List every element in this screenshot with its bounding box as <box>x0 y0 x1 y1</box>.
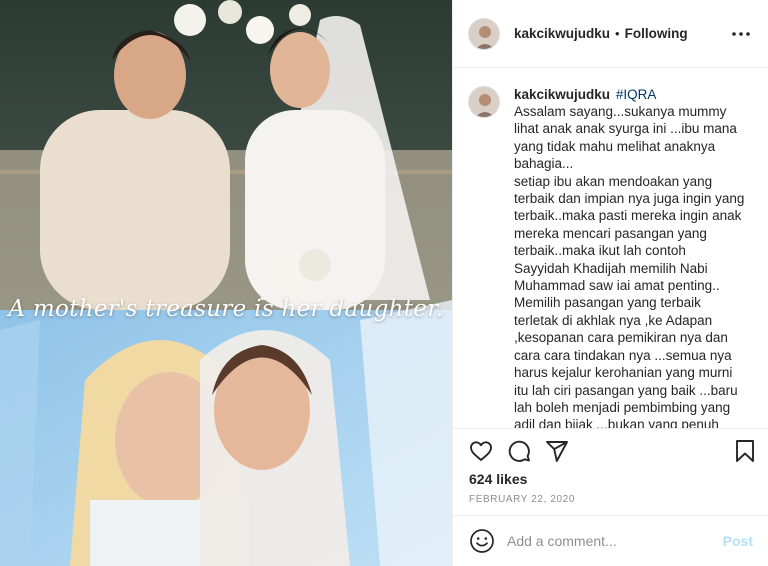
caption-line: yang tidak mahu melihat anaknya <box>514 138 716 154</box>
header-separator: • <box>615 26 620 41</box>
caption-body: kakcikwujudku #IQRA Assalam sayang...suk… <box>514 86 748 428</box>
comment-input[interactable] <box>507 533 717 549</box>
follow-status-button[interactable]: Following <box>625 26 688 41</box>
post-date: FEBRUARY 22, 2020 <box>469 494 575 505</box>
caption-line: bahagia... <box>514 156 574 172</box>
caption-head: kakcikwujudku #IQRA <box>514 86 748 103</box>
header-username[interactable]: kakcikwujudku <box>514 26 610 41</box>
post-actions: 624 likes FEBRUARY 22, 2020 <box>453 428 768 505</box>
caption-line: lah boleh menjadi pembimbing yang <box>514 399 731 415</box>
post-caption: kakcikwujudku #IQRA Assalam sayang...suk… <box>453 68 768 428</box>
caption-line: mereka mencari pasangan yang <box>514 225 707 241</box>
caption-line: lihat anak anak syurga ini ...ibu mana <box>514 121 737 137</box>
post-details-panel: kakcikwujudku • Following kakcikwujudku … <box>452 0 768 566</box>
caption-line: terletak di akhlak nya ,ke Adapan <box>514 312 713 328</box>
photo-overlay-caption: A mother's treasure is her daughter. <box>8 296 444 322</box>
bookmark-icon[interactable] <box>733 439 757 463</box>
likes-count[interactable]: 624 likes <box>469 471 527 487</box>
emoji-icon[interactable] <box>469 528 495 554</box>
post-photo-illustration <box>0 0 452 566</box>
post-header: kakcikwujudku • Following <box>453 0 768 68</box>
caption-text: Assalam sayang...sukanya mummy lihat ana… <box>514 103 748 428</box>
comment-icon[interactable] <box>507 439 531 463</box>
heart-icon[interactable] <box>469 439 493 463</box>
caption-line: Memilih pasangan yang terbaik <box>514 295 701 311</box>
post-comment-button[interactable]: Post <box>723 533 753 549</box>
caption-line: ,kesopanan cara pemikiran nya dan <box>514 330 728 346</box>
caption-line: adil dan bijak ...bukan yang penuh <box>514 417 719 428</box>
caption-line: itu lah ciri pasangan yang baik ...baru <box>514 382 738 398</box>
more-horizontal-icon[interactable] <box>729 24 753 44</box>
caption-line: harus kejalur kerohanian yang murni <box>514 365 733 381</box>
caption-line: cara cara tindakan nya ...semua nya <box>514 347 732 363</box>
hashtag-link[interactable]: #IQRA <box>616 87 657 102</box>
caption-line: terbaik dan impian nya juga ingin yang <box>514 191 745 207</box>
caption-line: setiap ibu akan mendoakan yang <box>514 173 713 189</box>
caption-avatar[interactable] <box>468 86 500 118</box>
caption-line: Muhammad saw iai amat penting.. <box>514 278 720 294</box>
caption-line: terbaik..maka pasti mereka ingin anak <box>514 208 742 224</box>
avatar[interactable] <box>468 17 500 50</box>
share-icon[interactable] <box>545 439 569 463</box>
caption-line: Assalam sayang...sukanya mummy <box>514 104 727 119</box>
post-photo[interactable]: A mother's treasure is her daughter. <box>0 0 452 566</box>
caption-username[interactable]: kakcikwujudku <box>514 87 610 102</box>
caption-line: Sayyidah Khadijah memilih Nabi <box>514 260 708 276</box>
caption-line: terbaik..maka ikut lah contoh <box>514 243 686 259</box>
comment-bar: Post <box>453 515 768 566</box>
action-icons-row <box>453 429 768 469</box>
